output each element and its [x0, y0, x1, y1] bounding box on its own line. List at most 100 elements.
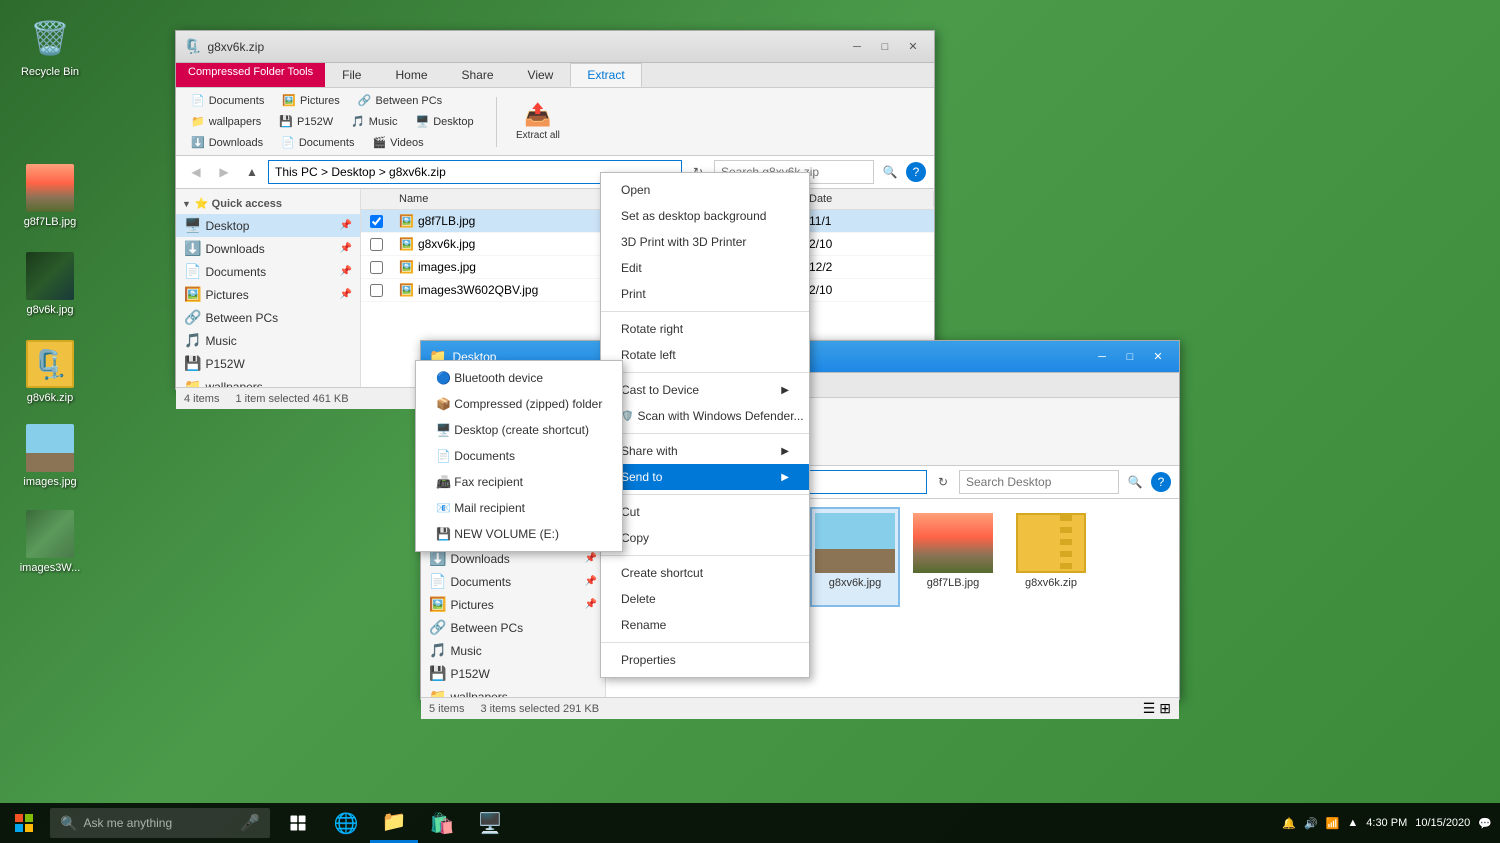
volume-icon[interactable]: 🔊 — [1304, 817, 1318, 830]
action-center-icon[interactable]: 💬 — [1478, 817, 1492, 830]
nav-item-p152w[interactable]: 💾P152W — [176, 352, 360, 375]
ctx-send-to[interactable]: Send to ▶ — [601, 464, 809, 490]
de-close-button[interactable]: ✕ — [1145, 347, 1171, 367]
nav-item-desktop[interactable]: 🖥️Desktop 📌 — [176, 214, 360, 237]
notification-icon[interactable]: 🔔 — [1282, 817, 1296, 830]
ribbon-btn-pictures[interactable]: 🖼️Pictures — [275, 92, 346, 109]
de-search-button[interactable]: 🔍 — [1123, 470, 1147, 494]
de-nav-between-pcs[interactable]: 🔗Between PCs — [421, 616, 605, 639]
taskbar-search-input[interactable] — [83, 816, 240, 830]
desktop-icon-images[interactable]: images.jpg — [10, 420, 90, 492]
sendto-new-volume[interactable]: 💾 NEW VOLUME (E:) — [416, 521, 622, 547]
ribbon-btn-extract-all[interactable]: 📤 Extract all — [509, 99, 567, 144]
col-header-name[interactable]: Name — [391, 191, 631, 207]
close-button[interactable]: ✕ — [900, 37, 926, 57]
file-checkbox-input-4[interactable] — [370, 284, 383, 297]
nav-item-downloads[interactable]: ⬇️Downloads 📌 — [176, 237, 360, 260]
ribbon-tab-view[interactable]: View — [511, 63, 571, 87]
ribbon-tab-file[interactable]: File — [325, 63, 378, 87]
file-checkbox-input-3[interactable] — [370, 261, 383, 274]
row-checkbox-2[interactable] — [361, 238, 391, 251]
thumb-item-g8xv6k[interactable]: g8xv6k.jpg — [810, 507, 900, 607]
desktop-icon-g8v6k-zip[interactable]: 🗜️ g8v6k.zip — [10, 336, 90, 408]
nav-item-wallpapers[interactable]: 📁wallpapers — [176, 375, 360, 387]
sendto-mail[interactable]: 📧 Mail recipient — [416, 495, 622, 521]
ribbon-tab-home[interactable]: Home — [378, 63, 444, 87]
desktop-icon-recycle-bin[interactable]: 🗑️ Recycle Bin — [10, 10, 90, 82]
ribbon-btn-documents2[interactable]: 📄Documents — [274, 134, 361, 151]
ribbon-btn-music[interactable]: 🎵Music — [344, 113, 404, 130]
terminal-button[interactable]: 🖥️ — [466, 803, 514, 843]
file-checkbox-input-2[interactable] — [370, 238, 383, 251]
ctx-3d-print[interactable]: 3D Print with 3D Printer — [601, 229, 809, 255]
ribbon-tab-share[interactable]: Share — [445, 63, 511, 87]
minimize-button[interactable]: ─ — [844, 37, 870, 57]
ribbon-btn-p152w[interactable]: 💾P152W — [272, 113, 340, 130]
task-view-button[interactable] — [274, 803, 322, 843]
row-checkbox-3[interactable] — [361, 261, 391, 274]
ctx-cut[interactable]: Cut — [601, 499, 809, 525]
file-explorer-taskbar-button[interactable]: 📁 — [370, 803, 418, 843]
network-icon[interactable]: 📶 — [1326, 817, 1340, 830]
ctx-rotate-left[interactable]: Rotate left — [601, 342, 809, 368]
desktop-icon-g8f7lb[interactable]: g8f7LB.jpg — [10, 160, 90, 232]
search-button[interactable]: 🔍 — [878, 160, 902, 184]
quick-access-header[interactable]: ▼ ⭐ Quick access — [176, 193, 360, 214]
ctx-properties[interactable]: Properties — [601, 647, 809, 673]
system-tray-expand[interactable]: ▲ — [1347, 817, 1358, 829]
de-nav-p152w[interactable]: 💾P152W — [421, 662, 605, 685]
ribbon-btn-videos[interactable]: 🎬Videos — [365, 134, 430, 151]
ribbon-tab-compressed-tools[interactable]: Compressed Folder Tools — [176, 63, 325, 87]
store-button[interactable]: 🛍️ — [418, 803, 466, 843]
grid-view-button[interactable]: ⊞ — [1159, 700, 1171, 717]
de-maximize-button[interactable]: □ — [1117, 347, 1143, 367]
maximize-button[interactable]: □ — [872, 37, 898, 57]
start-button[interactable] — [0, 803, 48, 843]
row-checkbox[interactable] — [361, 215, 391, 228]
ctx-delete[interactable]: Delete — [601, 586, 809, 612]
nav-item-music[interactable]: 🎵Music — [176, 329, 360, 352]
de-nav-documents[interactable]: 📄Documents 📌 — [421, 570, 605, 593]
nav-item-pictures[interactable]: 🖼️Pictures 📌 — [176, 283, 360, 306]
sendto-fax[interactable]: 📠 Fax recipient — [416, 469, 622, 495]
taskbar-search-box[interactable]: 🔍 🎤 — [50, 808, 270, 838]
ribbon-tab-extract[interactable]: Extract — [570, 63, 641, 87]
ribbon-btn-wallpapers[interactable]: 📁wallpapers — [184, 113, 268, 130]
forward-button[interactable]: ▶ — [212, 160, 236, 184]
ribbon-btn-desktop[interactable]: 🖥️Desktop — [409, 113, 481, 130]
de-nav-pictures[interactable]: 🖼️Pictures 📌 — [421, 593, 605, 616]
ctx-scan-defender[interactable]: 🛡️ Scan with Windows Defender... — [601, 403, 809, 429]
ctx-print[interactable]: Print — [601, 281, 809, 307]
ctx-rotate-right[interactable]: Rotate right — [601, 316, 809, 342]
thumb-item-g8xv6k-zip[interactable]: g8xv6k.zip — [1006, 507, 1096, 607]
de-search-input[interactable] — [959, 470, 1119, 494]
sendto-compressed[interactable]: 📦 Compressed (zipped) folder — [416, 391, 622, 417]
de-refresh-button[interactable]: ↻ — [931, 470, 955, 494]
nav-item-between-pcs[interactable]: 🔗Between PCs — [176, 306, 360, 329]
sendto-bluetooth[interactable]: 🔵 Bluetooth device — [416, 365, 622, 391]
thumb-item-g8f7lb[interactable]: g8f7LB.jpg — [908, 507, 998, 607]
file-checkbox-input[interactable] — [370, 215, 383, 228]
ctx-open[interactable]: Open — [601, 177, 809, 203]
ctx-share-with[interactable]: Share with ▶ — [601, 438, 809, 464]
help-button[interactable]: ? — [906, 162, 926, 182]
ribbon-btn-downloads[interactable]: ⬇️Downloads — [184, 134, 270, 151]
back-button[interactable]: ◀ — [184, 160, 208, 184]
ctx-copy[interactable]: Copy — [601, 525, 809, 551]
desktop-icon-g8v6k[interactable]: g8v6k.jpg — [10, 248, 90, 320]
de-help-button[interactable]: ? — [1151, 472, 1171, 492]
desktop-icon-images3w[interactable]: images3W... — [10, 506, 90, 578]
de-nav-music[interactable]: 🎵Music — [421, 639, 605, 662]
nav-item-documents[interactable]: 📄Documents 📌 — [176, 260, 360, 283]
edge-button[interactable]: 🌐 — [322, 803, 370, 843]
de-minimize-button[interactable]: ─ — [1089, 347, 1115, 367]
row-checkbox-4[interactable] — [361, 284, 391, 297]
col-header-date[interactable]: Date — [801, 191, 934, 207]
ctx-set-desktop-bg[interactable]: Set as desktop background — [601, 203, 809, 229]
ctx-edit[interactable]: Edit — [601, 255, 809, 281]
up-button[interactable]: ▲ — [240, 160, 264, 184]
ribbon-btn-documents[interactable]: 📄Documents — [184, 92, 271, 109]
sendto-documents[interactable]: 📄 Documents — [416, 443, 622, 469]
ribbon-btn-between-pcs[interactable]: 🔗Between PCs — [351, 92, 449, 109]
de-nav-wallpapers[interactable]: 📁wallpapers — [421, 685, 605, 697]
